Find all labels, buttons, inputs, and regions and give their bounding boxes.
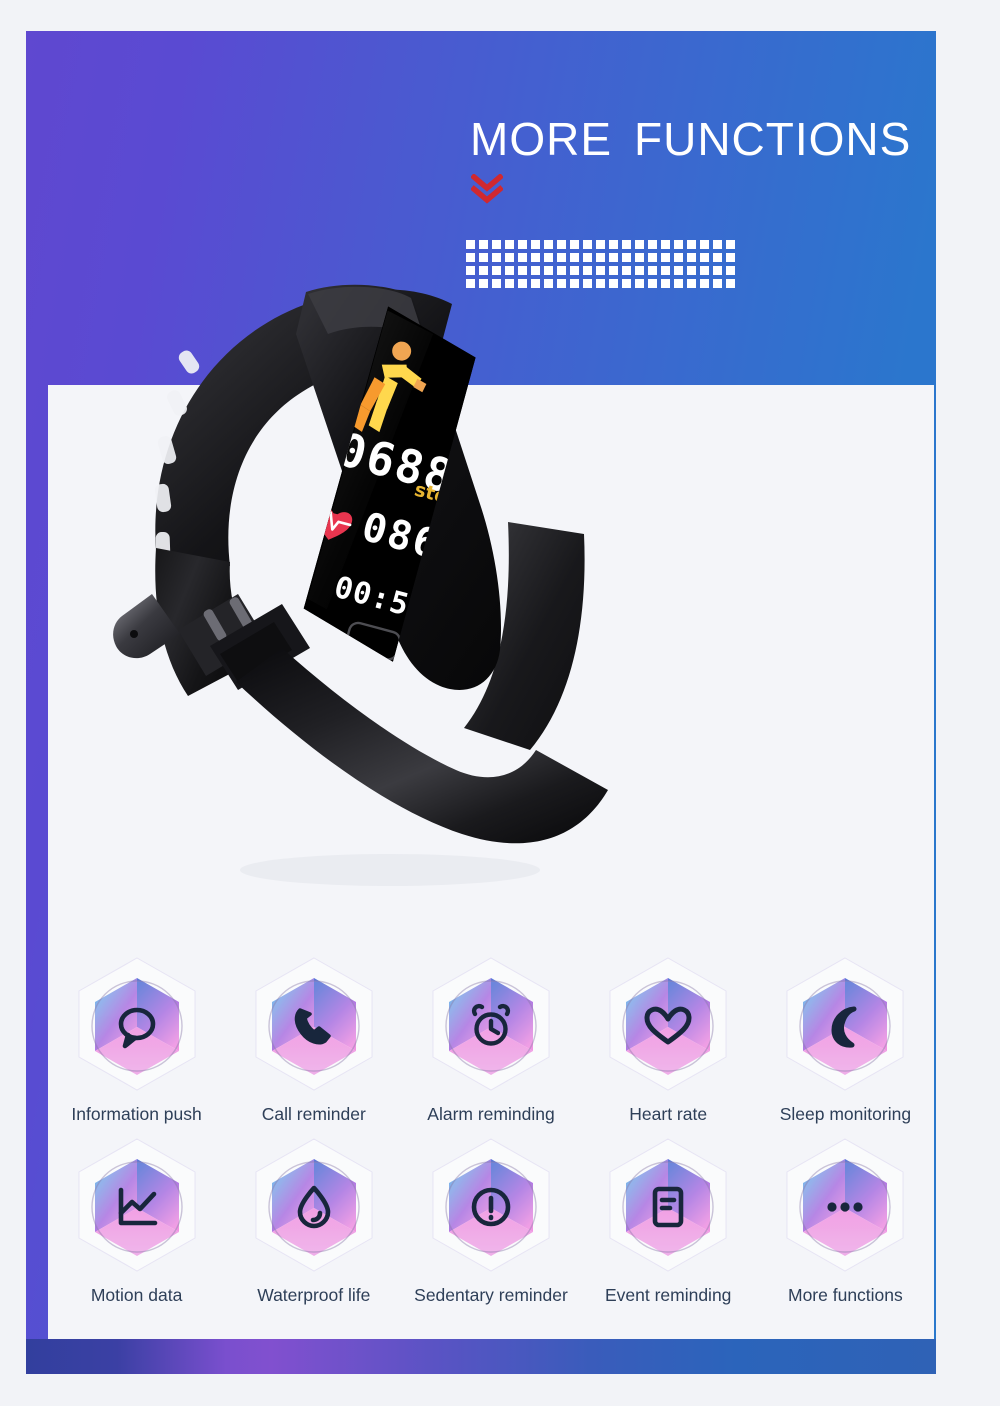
grid-dot <box>713 279 722 288</box>
grid-dot <box>700 253 709 262</box>
feature-label-call-reminder: Call reminder <box>261 1104 366 1124</box>
feature-badge-call-reminder <box>239 952 389 1102</box>
page-title: MORE FUNCTIONS <box>470 112 920 166</box>
feature-label-waterproof-life: Waterproof life <box>257 1285 371 1305</box>
grid-dot <box>713 240 722 249</box>
feature-badge-information-push <box>62 952 212 1102</box>
feature-item-waterproof-life[interactable]: Waterproof life <box>225 1133 402 1306</box>
grid-dot <box>726 253 735 262</box>
feature-item-sleep-monitoring[interactable]: Sleep monitoring <box>757 952 934 1125</box>
product-image-fitness-band: 06883 step 086 00:58:00 <box>60 230 700 950</box>
feature-label-event-reminding: Event reminding <box>604 1285 732 1305</box>
feature-item-heart-rate[interactable]: Heart rate <box>580 952 757 1125</box>
grid-dot <box>726 240 735 249</box>
feature-item-call-reminder[interactable]: Call reminder <box>225 952 402 1125</box>
feature-badge-motion-data <box>62 1133 212 1283</box>
feature-item-information-push[interactable]: Information push <box>48 952 225 1125</box>
feature-label-information-push: Information push <box>71 1104 202 1124</box>
feature-badge-sleep-monitoring <box>770 952 920 1102</box>
feature-label-heart-rate: Heart rate <box>629 1104 708 1124</box>
page-title-word-1: MORE <box>470 113 612 165</box>
grid-dot <box>713 253 722 262</box>
feature-label-sleep-monitoring: Sleep monitoring <box>779 1104 912 1124</box>
feature-badge-event-reminding <box>593 1133 743 1283</box>
feature-item-motion-data[interactable]: Motion data <box>48 1133 225 1306</box>
page-root: MORE FUNCTIONS 06883 step 086 Informatio… <box>0 0 1000 1406</box>
feature-label-more-functions: More functions <box>788 1285 903 1305</box>
ellipsis-icon <box>827 1202 863 1212</box>
feature-item-sedentary-reminder[interactable]: Sedentary reminder <box>402 1133 579 1306</box>
gradient-frame-bottom-strip <box>26 1339 936 1374</box>
feature-grid: Information push Call reminder Alarm remin… <box>48 952 934 1306</box>
feature-badge-sedentary-reminder <box>416 1133 566 1283</box>
grid-dot <box>713 266 722 275</box>
feature-badge-more-functions <box>770 1133 920 1283</box>
feature-label-sedentary-reminder: Sedentary reminder <box>414 1285 568 1305</box>
feature-item-alarm-reminding[interactable]: Alarm reminding <box>402 952 579 1125</box>
grid-dot <box>700 266 709 275</box>
grid-dot <box>726 279 735 288</box>
grid-dot <box>726 266 735 275</box>
feature-item-event-reminding[interactable]: Event reminding <box>580 1133 757 1306</box>
feature-badge-waterproof-life <box>239 1133 389 1283</box>
feature-label-alarm-reminding: Alarm reminding <box>427 1104 555 1124</box>
grid-dot <box>700 279 709 288</box>
feature-item-more-functions[interactable]: More functions <box>757 1133 934 1306</box>
double-chevron-down-icon <box>470 173 504 204</box>
feature-badge-alarm-reminding <box>416 952 566 1102</box>
grid-dot <box>700 240 709 249</box>
feature-badge-heart-rate <box>593 952 743 1102</box>
feature-label-motion-data: Motion data <box>90 1285 183 1305</box>
page-title-word-2: FUNCTIONS <box>634 113 912 165</box>
